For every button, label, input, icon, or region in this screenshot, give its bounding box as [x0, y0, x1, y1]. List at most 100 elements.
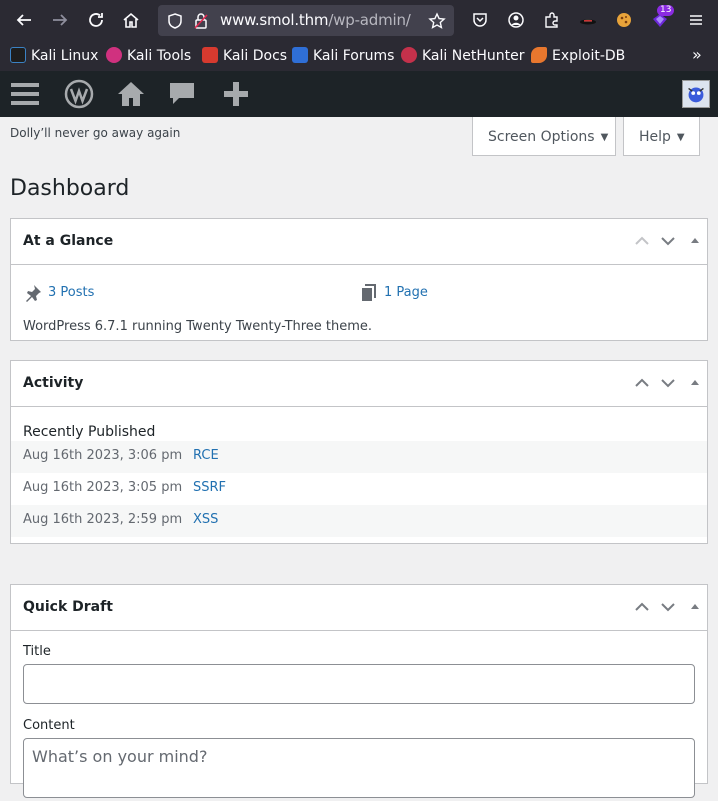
bookmark-kali-forums[interactable]: Kali Forums [292, 47, 394, 64]
hello-dolly-lyric: Dolly’ll never go away again [10, 126, 181, 140]
post-date: Aug 16th 2023, 3:05 pm [23, 480, 183, 495]
chevron-up-icon [635, 236, 649, 245]
move-up-button[interactable] [632, 231, 652, 251]
cookie-icon [617, 13, 631, 27]
reload-icon [89, 13, 103, 27]
menu-icon [11, 83, 39, 105]
shield-icon[interactable] [166, 12, 184, 30]
bookmark-label: Kali Docs [223, 48, 288, 64]
post-title-link[interactable]: XSS [193, 512, 218, 527]
menu-button[interactable] [684, 8, 708, 32]
move-down-button[interactable] [658, 373, 678, 393]
pages-count-link[interactable]: 1 Page [362, 284, 428, 301]
chevron-down-icon [661, 237, 675, 246]
bookmark-label: Exploit-DB [552, 48, 626, 64]
extensions-button[interactable] [540, 8, 564, 32]
kali-tools-icon [106, 47, 122, 63]
pocket-icon [473, 13, 487, 27]
draft-content-field[interactable] [23, 738, 695, 798]
move-down-button[interactable] [658, 597, 678, 617]
new-content-button[interactable] [219, 79, 253, 109]
double-chevron-icon: » [692, 45, 702, 64]
forward-arrow-icon [53, 14, 68, 26]
bookmark-kali-linux[interactable]: Kali Linux [10, 47, 98, 64]
activity-row: Aug 16th 2023, 2:59 pm XSS [11, 505, 707, 537]
draft-content-textarea[interactable] [24, 739, 694, 797]
widget-title: At a Glance [23, 233, 114, 249]
at-a-glance-widget: At a Glance 3 Posts 1 Page WordPress 6.7… [10, 218, 708, 341]
post-title-link[interactable]: SSRF [193, 480, 226, 495]
user-avatar[interactable] [682, 80, 710, 108]
account-icon [508, 12, 524, 28]
widget-header: Activity [11, 361, 707, 407]
quick-draft-widget: Quick Draft Title Content [10, 584, 708, 798]
post-title-link[interactable]: RCE [193, 448, 219, 463]
avatar-image [688, 87, 704, 103]
bookmark-kali-nethunter[interactable]: Kali NetHunter [401, 47, 524, 64]
draft-title-input[interactable] [24, 665, 694, 703]
toggle-panel-button[interactable] [685, 373, 705, 393]
admin-menu-toggle[interactable] [8, 79, 42, 109]
bookmark-exploit-db[interactable]: Exploit-DB [531, 47, 625, 64]
activity-row: Aug 16th 2023, 3:06 pm RCE [11, 441, 707, 473]
account-button[interactable] [504, 8, 528, 32]
url-bar[interactable]: www.smol.thm/wp-admin/ [158, 5, 454, 36]
content-label: Content [23, 718, 75, 733]
comments-button[interactable] [165, 79, 199, 109]
page-title: Dashboard [10, 176, 130, 201]
recently-published-heading: Recently Published [23, 424, 156, 440]
star-icon[interactable] [428, 12, 446, 30]
pocket-button[interactable] [468, 8, 492, 32]
cookie-extension-button[interactable] [612, 8, 636, 32]
puzzle-icon [545, 12, 558, 28]
wp-logo-button[interactable] [62, 79, 96, 109]
bookmark-kali-tools[interactable]: Kali Tools [106, 47, 191, 64]
url-text[interactable]: www.smol.thm/wp-admin/ [220, 11, 411, 29]
posts-count: 3 Posts [48, 285, 95, 300]
bookmarks-overflow-button[interactable]: » [692, 45, 702, 64]
triangle-up-icon [691, 604, 699, 609]
toggle-panel-button[interactable] [685, 231, 705, 251]
pages-count: 1 Page [384, 285, 428, 300]
activity-row: Aug 16th 2023, 3:05 pm SSRF [11, 473, 707, 505]
draft-title-field[interactable] [23, 664, 695, 704]
help-button[interactable]: Help ▼ [623, 117, 700, 156]
home-button[interactable] [119, 8, 143, 32]
hamburger-icon [690, 15, 702, 25]
home-icon [123, 12, 139, 28]
move-up-button[interactable] [632, 597, 652, 617]
home-icon [118, 82, 144, 106]
bookmark-kali-docs[interactable]: Kali Docs [202, 47, 287, 64]
help-label: Help [639, 129, 671, 145]
triangle-up-icon [691, 380, 699, 385]
lock-warning-icon[interactable] [192, 12, 210, 30]
exploit-db-icon [531, 47, 547, 63]
activity-widget: Activity Recently Published Aug 16th 202… [10, 360, 708, 544]
widget-header: Quick Draft [11, 585, 707, 631]
back-button[interactable] [12, 8, 36, 32]
wp-admin-bar [0, 71, 718, 117]
widget-title: Quick Draft [23, 599, 113, 615]
posts-count-link[interactable]: 3 Posts [26, 285, 95, 302]
reload-button[interactable] [84, 8, 108, 32]
kali-docs-icon [202, 47, 218, 63]
title-label: Title [23, 644, 51, 659]
bookmark-label: Kali Tools [127, 48, 192, 64]
screen-options-label: Screen Options [488, 129, 595, 145]
post-date: Aug 16th 2023, 2:59 pm [23, 512, 183, 527]
wordpress-logo-icon [64, 79, 94, 109]
kali-dragon-icon [10, 47, 26, 63]
toggle-panel-button[interactable] [685, 597, 705, 617]
bookmarks-bar: Kali Linux Kali Tools Kali Docs Kali For… [0, 41, 718, 71]
widget-header: At a Glance [11, 219, 707, 265]
chevron-down-icon [661, 603, 675, 612]
pages-icon [362, 284, 376, 301]
hat-extension-button[interactable] [576, 8, 600, 32]
site-home-button[interactable] [114, 79, 148, 109]
chevron-up-icon [635, 602, 649, 611]
move-up-button[interactable] [632, 373, 652, 393]
forward-button[interactable] [48, 8, 72, 32]
screen-options-button[interactable]: Screen Options ▼ [472, 117, 616, 156]
move-down-button[interactable] [658, 231, 678, 251]
triangle-up-icon [691, 238, 699, 243]
